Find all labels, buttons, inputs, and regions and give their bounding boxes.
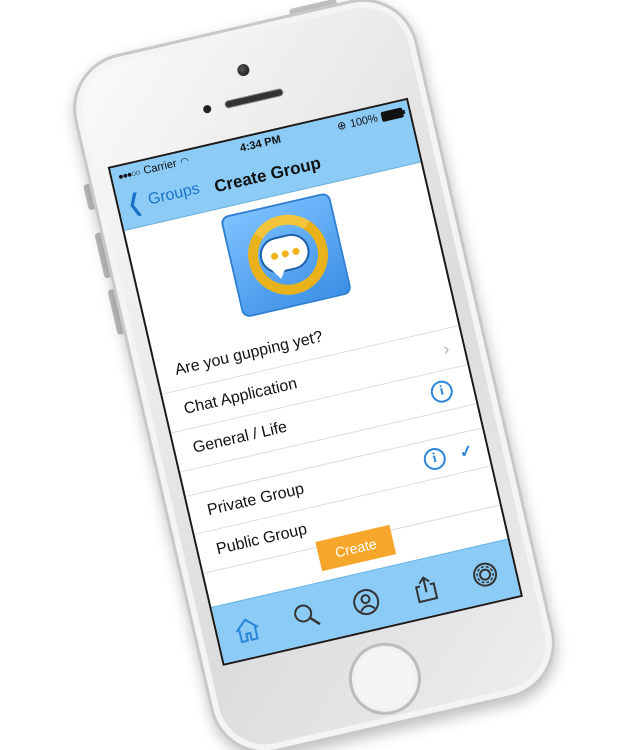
public-group-label: Public Group [214,520,309,558]
create-group-form: Are you gupping yet? Chat Application › … [153,287,500,574]
bubble-dot [291,246,300,256]
profile-icon [353,588,380,615]
tab-profile[interactable] [342,578,390,626]
bubble-dot [269,251,279,261]
battery-icon [380,106,404,122]
phone-screen: ●●●○○ Carrier ◠ 4:34 PM ⊕ 100% ❮ Groups … [107,97,523,666]
private-info-icon[interactable]: i [421,445,448,473]
rotation-lock-icon: ⊕ [335,119,348,134]
home-icon [236,617,260,643]
iphone-device: ●●●○○ Carrier ◠ 4:34 PM ⊕ 100% ❮ Groups … [61,0,567,750]
chevron-right-icon: › [441,338,452,359]
tab-share[interactable] [401,564,449,612]
share-icon [414,575,438,603]
checkmark-icon: ✓ [457,442,475,462]
tab-search[interactable] [283,591,331,639]
bubble-dot [280,249,289,258]
info-icon[interactable]: i [428,377,455,405]
tab-home[interactable] [224,605,272,653]
group-image-button[interactable] [219,191,353,319]
tab-settings[interactable] [461,550,509,598]
settings-icon [472,562,497,587]
search-icon [294,603,321,625]
